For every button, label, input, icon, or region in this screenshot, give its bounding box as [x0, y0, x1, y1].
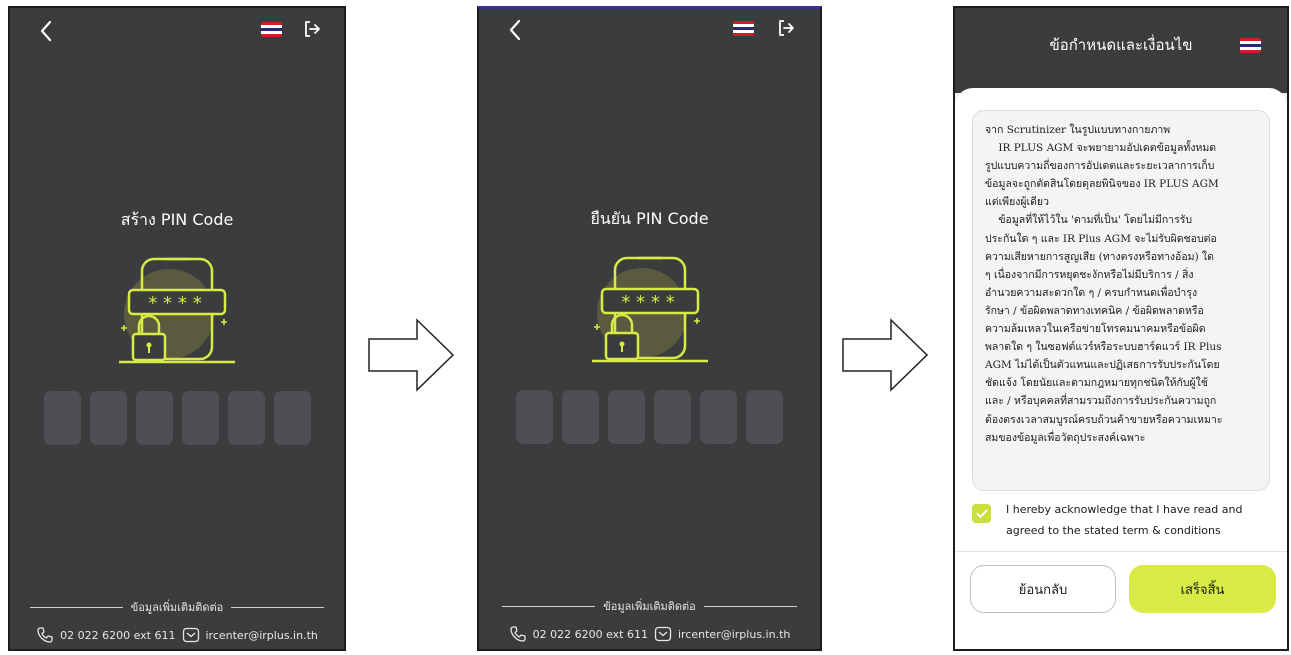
- divider: [703, 605, 797, 607]
- terms-line: ต้องตรงเวลาสมบูรณ์ครบถ้วนค้าขายหรือความเ…: [985, 413, 1223, 426]
- terms-line: แต่เพียงผู้เดียว: [985, 196, 1049, 209]
- terms-line: ชัดแจ้ง โดยนัยและตามกฎหมายทุกชนิดให้กับผ…: [985, 377, 1208, 390]
- terms-line: รักษา / ข้อผิดพลาดทางเทคนิค / ข้อผิดพลาด…: [985, 304, 1204, 317]
- pin-box[interactable]: [746, 390, 783, 444]
- contact-heading-label: ข้อมูลเพิ่มเติมติดต่อ: [130, 601, 224, 614]
- terms-line: จาก Scrutinizer ในรูปแบบทางกายภาพ: [985, 124, 1171, 136]
- create-pin-screen: สร้าง PIN Code **** ข้อมูลเพิ่มเติมติดต่…: [8, 6, 346, 651]
- pin-box[interactable]: [227, 391, 265, 445]
- back-button[interactable]: ย้อนกลับ: [970, 565, 1116, 613]
- pin-input-group[interactable]: [10, 391, 344, 445]
- pin-box[interactable]: [516, 390, 553, 444]
- pin-box[interactable]: [89, 391, 127, 445]
- email-icon: [182, 627, 199, 643]
- terms-line: IR PLUS AGM จะพยายามอัปเดตข้อมูลทั้งหมด: [985, 142, 1217, 155]
- terms-line: ข้อมูลจะถูกตัดสินโดยดุลยพินิจของ IR PLUS…: [985, 178, 1219, 191]
- pin-box[interactable]: [135, 391, 173, 445]
- agree-checkbox[interactable]: [972, 504, 991, 523]
- logout-icon[interactable]: [775, 17, 797, 39]
- terms-line: AGM ไม่ได้เป็นตัวแทนและปฏิเสธการรับประกั…: [985, 359, 1220, 372]
- phone-link[interactable]: 02 022 6200 ext 611: [533, 628, 648, 641]
- contact-row: 02 022 6200 ext 611 ircenter@irplus.in.t…: [479, 625, 820, 643]
- contact-heading-label: ข้อมูลเพิ่มเติมติดต่อ: [603, 600, 696, 613]
- email-link[interactable]: ircenter@irplus.in.th: [678, 628, 790, 641]
- terms-screen: ข้อกำหนดและเงื่อนไข จาก Scrutinizer ในรู…: [953, 6, 1289, 651]
- terms-line: และ / หรือบุคคลที่สามรวมถึงการรับประกันค…: [985, 395, 1217, 408]
- pin-box[interactable]: [181, 391, 219, 445]
- pin-box[interactable]: [700, 390, 737, 444]
- terms-text-box[interactable]: จาก Scrutinizer ในรูปแบบทางกายภาพ IR PLU…: [972, 110, 1270, 491]
- back-arrow-icon[interactable]: [32, 16, 62, 46]
- finish-button[interactable]: เสร็จสิ้น: [1129, 565, 1276, 613]
- agree-label: I hereby acknowledge that I have read an…: [1006, 503, 1243, 537]
- phone-icon: [509, 626, 526, 642]
- page-title: สร้าง PIN Code: [120, 210, 234, 229]
- thai-flag-icon[interactable]: [733, 21, 754, 36]
- top-bar: [10, 8, 344, 58]
- page-title: ข้อกำหนดและเงื่อนไข: [1049, 36, 1193, 54]
- right-arrow-icon: [368, 318, 455, 392]
- terms-line: รูปแบบความถี่ของการอัปเดตและระยะเวลาการเ…: [985, 160, 1215, 173]
- thai-flag-icon[interactable]: [1240, 38, 1261, 53]
- terms-line: พลาดใด ๆ ในซอฟต์แวร์หรือระบบฮาร์ดแวร์ IR…: [985, 341, 1222, 354]
- page-title: ยืนยัน PIN Code: [590, 209, 709, 228]
- pin-box[interactable]: [654, 390, 691, 444]
- lock-pin-illustration: ****: [119, 257, 235, 364]
- pin-box[interactable]: [608, 390, 645, 444]
- pin-box[interactable]: [562, 390, 599, 444]
- divider: [29, 606, 123, 608]
- top-bar: [479, 9, 820, 59]
- phone-icon: [37, 627, 53, 643]
- contact-row: 02 022 6200 ext 611 ircenter@irplus.in.t…: [10, 626, 344, 644]
- terms-line: ความเสียหายการสูญเสีย (ทางตรงหรือทางอ้อม…: [985, 250, 1214, 263]
- thai-flag-icon[interactable]: [261, 22, 282, 37]
- terms-line: ประกันใด ๆ และ IR Plus AGM จะไม่รับผิดชอ…: [985, 232, 1217, 245]
- pin-input-group[interactable]: [479, 390, 820, 444]
- check-icon: [976, 509, 987, 518]
- svg-text:****: ****: [620, 292, 679, 313]
- lock-pin-illustration: ****: [591, 256, 708, 363]
- logout-icon[interactable]: [301, 18, 323, 40]
- confirm-pin-screen: ยืนยัน PIN Code **** ข้อมูลเพิ่มเติมติดต…: [477, 6, 822, 651]
- terms-line: ความล้มเหลวในเครือข่ายโทรคมนาคมหรือข้อผิ…: [985, 323, 1206, 336]
- divider: [955, 551, 1287, 552]
- contact-heading: ข้อมูลเพิ่มเติมติดต่อ: [10, 598, 344, 616]
- divider: [502, 605, 596, 607]
- contact-heading: ข้อมูลเพิ่มเติมติดต่อ: [479, 597, 820, 615]
- pin-box[interactable]: [43, 391, 81, 445]
- email-icon: [654, 626, 672, 642]
- terms-line: สมของข้อมูลเพื่อวัตถุประสงค์เฉพาะ: [985, 431, 1146, 444]
- right-arrow-icon: [842, 318, 929, 392]
- divider: [231, 606, 325, 608]
- terms-line: ๆ เนื่องจากมีการหยุดชะงักหรือไม่มีบริการ…: [985, 268, 1194, 281]
- svg-text:****: ****: [147, 293, 206, 314]
- terms-line: อำนวยความสะดวกใด ๆ / ครบกำหนดเพื่อบำรุง: [985, 286, 1198, 299]
- pin-box[interactable]: [273, 391, 311, 445]
- email-link[interactable]: ircenter@irplus.in.th: [206, 629, 318, 642]
- back-arrow-icon[interactable]: [501, 15, 531, 45]
- phone-link[interactable]: 02 022 6200 ext 611: [60, 629, 175, 642]
- terms-line: ข้อมูลที่ให้ไว้ใน 'ตามที่เป็น' โดยไม่มีก…: [985, 214, 1193, 227]
- terms-header: ข้อกำหนดและเงื่อนไข: [955, 8, 1287, 93]
